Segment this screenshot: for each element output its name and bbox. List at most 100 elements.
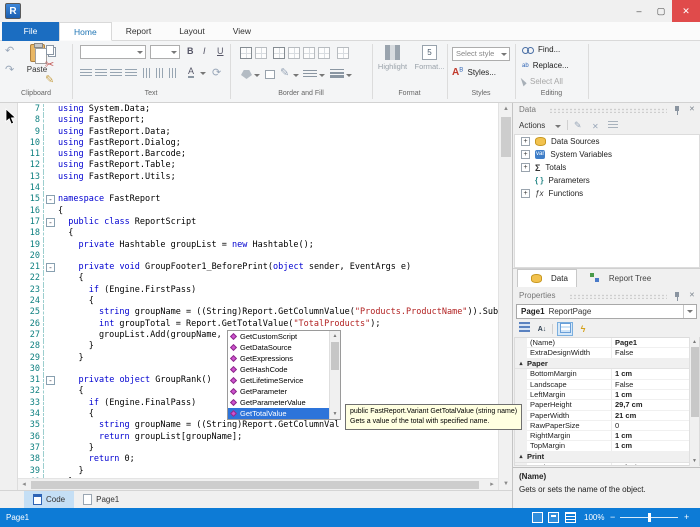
text-rotation-icon[interactable]: ⟳ [212, 68, 221, 79]
replace-button[interactable]: ab Replace... [522, 61, 569, 70]
code-line[interactable]: 10using FastReport.Dialog; [18, 138, 498, 149]
category-collapse-icon[interactable]: ▴ [515, 452, 527, 462]
underline-button[interactable]: U [217, 46, 224, 56]
code-line[interactable]: 21- private void GroupFooter1_BeforePrin… [18, 262, 498, 273]
code-line[interactable]: 38 return 0; [18, 454, 498, 465]
property-value[interactable]: False [611, 348, 699, 357]
line-style-icon[interactable] [303, 70, 317, 78]
align-justify-icon[interactable] [125, 69, 137, 78]
editor-horizontal-scrollbar[interactable]: ◂ ▸ [18, 478, 498, 490]
border-dialog-icon[interactable] [337, 47, 349, 59]
view-mode-icon-2[interactable] [548, 512, 559, 523]
property-grid-scrollbar[interactable]: ▲ ▼ [689, 337, 699, 466]
tree-item-parameters[interactable]: { }Parameters [515, 174, 699, 187]
close-panel-icon[interactable]: ✕ [689, 291, 695, 299]
autocomplete-item[interactable]: GetExpressions [228, 353, 329, 364]
line-color-icon[interactable]: ✎ [280, 68, 289, 79]
delete-item-icon[interactable]: ✕ [592, 121, 599, 132]
vertical-scroll-thumb[interactable] [501, 117, 511, 157]
code-line[interactable]: 37 } [18, 443, 498, 454]
fold-collapse-icon[interactable]: - [46, 195, 55, 204]
line-style-dropdown-icon[interactable] [319, 74, 325, 80]
select-all-button[interactable]: Select All [522, 77, 563, 86]
close-panel-icon[interactable]: ✕ [689, 105, 695, 113]
popup-scroll-up-icon[interactable]: ▲ [330, 331, 340, 341]
border-inside-icon[interactable] [318, 47, 330, 59]
line-width-dropdown-icon[interactable] [346, 74, 352, 80]
tree-item-system-variables[interactable]: +varSystem Variables [515, 148, 699, 161]
tab-home[interactable]: Home [59, 22, 112, 41]
alphabetical-sort-button[interactable]: A↓ [534, 322, 550, 336]
property-row[interactable]: PaperWidth21 cm [515, 411, 699, 421]
pin-icon[interactable] [673, 292, 681, 301]
close-button[interactable]: ✕ [672, 0, 700, 22]
property-value[interactable]: 1 cm [611, 369, 699, 378]
object-selector-combobox[interactable]: Page1ReportPage [516, 304, 697, 319]
property-row[interactable]: DuplexDefault [515, 463, 699, 466]
view-list-icon[interactable] [608, 121, 618, 130]
code-line[interactable]: 24 { [18, 296, 498, 307]
autocomplete-scrollbar[interactable]: ▲ ▼ [329, 331, 340, 419]
maximize-button[interactable]: ▢ [650, 0, 672, 22]
categorized-view-button[interactable] [516, 322, 532, 336]
border-all-icon[interactable] [240, 47, 252, 59]
font-color-icon[interactable]: A [188, 67, 194, 78]
property-row[interactable]: ExtraDesignWidthFalse [515, 348, 699, 358]
property-row[interactable]: PaperHeight29,7 cm [515, 400, 699, 410]
object-selector-dropdown-icon[interactable] [683, 305, 696, 318]
expand-icon[interactable]: + [521, 137, 530, 146]
code-line[interactable]: 36 return groupList[groupName]; [18, 432, 498, 443]
select-style-combobox[interactable]: Select style [452, 47, 510, 61]
edit-item-icon[interactable]: ✎ [574, 120, 582, 131]
autocomplete-item[interactable]: GetCustomScript [228, 331, 329, 342]
align-bottom-icon[interactable] [169, 68, 178, 78]
property-row[interactable]: LandscapeFalse [515, 380, 699, 390]
property-row[interactable]: RawPaperSize0 [515, 421, 699, 431]
format-painter-icon[interactable]: ✎ [45, 75, 54, 86]
autocomplete-item[interactable]: GetLifetimeService [228, 375, 329, 386]
tab-view[interactable]: View [219, 22, 265, 41]
fill-style-icon[interactable] [265, 70, 275, 79]
code-line[interactable]: 23 if (Engine.FirstPass) [18, 285, 498, 296]
find-button[interactable]: Find... [522, 45, 560, 54]
property-value[interactable]: Page1 [611, 338, 699, 347]
zoom-slider-thumb[interactable] [648, 513, 651, 522]
actions-dropdown[interactable]: Actions [519, 121, 545, 130]
font-size-combobox[interactable] [150, 45, 180, 59]
expand-icon[interactable]: + [521, 189, 530, 198]
code-line[interactable]: 12using FastReport.Table; [18, 160, 498, 171]
view-mode-icon-3[interactable] [565, 512, 576, 523]
minimize-button[interactable]: – [628, 0, 650, 22]
category-collapse-icon[interactable]: ▴ [515, 359, 527, 369]
property-row[interactable]: BottomMargin1 cm [515, 369, 699, 379]
code-line[interactable]: 17- public class ReportScript [18, 217, 498, 228]
popup-scroll-down-icon[interactable]: ▼ [330, 409, 340, 419]
code-line[interactable]: 11using FastReport.Barcode; [18, 149, 498, 160]
property-value[interactable]: 1 cm [611, 441, 699, 450]
code-line[interactable]: 13using FastReport.Utils; [18, 172, 498, 183]
expand-icon[interactable]: + [521, 163, 530, 172]
font-name-combobox[interactable] [80, 45, 146, 59]
fill-color-icon[interactable] [241, 70, 252, 79]
redo-icon[interactable]: ↷ [5, 65, 14, 76]
code-line[interactable]: 7using System.Data; [18, 104, 498, 115]
styles-button[interactable]: AB Styles... [452, 67, 496, 78]
border-left-icon[interactable] [288, 47, 300, 59]
grid-scroll-up-icon[interactable]: ▲ [690, 337, 699, 347]
events-view-button[interactable]: ϟ [575, 322, 591, 336]
fold-collapse-icon[interactable]: - [46, 218, 55, 227]
property-row[interactable]: RightMargin1 cm [515, 431, 699, 441]
bold-button[interactable]: B [187, 46, 194, 56]
actions-dropdown-icon[interactable] [555, 125, 561, 131]
fold-collapse-icon[interactable]: - [46, 263, 55, 272]
tab-report[interactable]: Report [112, 22, 166, 41]
horizontal-scroll-thumb[interactable] [31, 481, 479, 489]
scroll-down-icon[interactable]: ▼ [499, 478, 513, 490]
editor-vertical-scrollbar[interactable]: ▲ ▼ [498, 103, 512, 490]
property-category-print[interactable]: ▴Print [515, 452, 699, 463]
doc-tab-page1[interactable]: Page1 [74, 491, 128, 508]
autocomplete-item[interactable]: GetParameterValue [228, 397, 329, 408]
property-value[interactable]: Default [611, 463, 699, 466]
line-color-dropdown-icon[interactable] [293, 74, 299, 80]
property-value[interactable]: 1 cm [611, 390, 699, 399]
